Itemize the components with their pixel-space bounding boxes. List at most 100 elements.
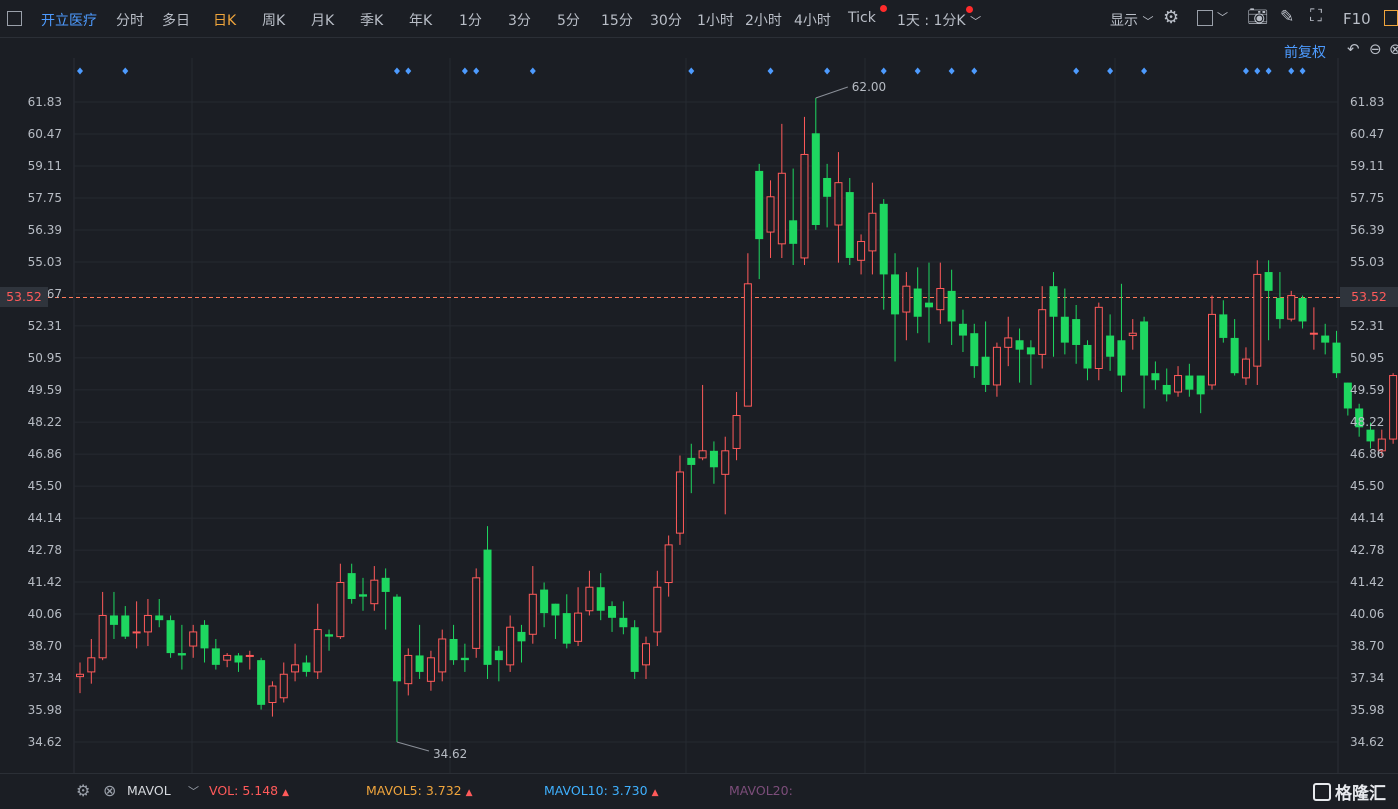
candle-body [348,573,356,599]
tab-period[interactable]: Tick [848,10,876,26]
candle-body [959,324,967,336]
candle [190,625,197,658]
candle-body [1151,373,1159,380]
fullscreen-icon[interactable]: ⛶ [1310,6,1322,26]
checkbox-icon[interactable] [1197,10,1213,26]
tab-period[interactable]: 多日 [162,10,190,30]
settings-icon[interactable]: ⚙ [1163,7,1179,28]
candle-body [427,658,434,682]
event-marker-icon [1266,68,1272,75]
mavol10-readout: MAVOL10: 3.730 ▲ [544,783,658,798]
candle [1050,272,1058,357]
candlestick-chart[interactable]: 62.0034.62 61.8361.8360.4760.4759.1159.1… [0,38,1398,773]
candle [869,183,876,275]
tab-period[interactable]: 5分 [557,10,580,30]
candle-body [1185,376,1193,390]
y-tick-label-left: 49.59 [28,383,62,397]
settings-icon[interactable]: ⚙ [76,781,90,800]
tab-period[interactable]: 4小时 [794,10,831,30]
candle-body [507,627,514,665]
sidebar-toggle-icon[interactable] [7,11,22,26]
y-tick-label-right: 45.50 [1350,479,1384,493]
candle [269,681,276,716]
y-tick-label-left: 50.95 [28,351,62,365]
candle-body [201,625,209,649]
chevron-down-icon[interactable]: ﹀ [188,783,199,799]
tab-period[interactable]: 周K [262,10,285,30]
candle [551,604,559,639]
y-tick-label-right: 37.34 [1350,671,1384,685]
candle [427,651,434,691]
candle-body [778,173,785,244]
candle [224,653,231,667]
candle-body [461,658,469,660]
candle-body [1061,317,1069,343]
indicator-name[interactable]: MAVOL [127,783,171,798]
tab-period[interactable]: 3分 [508,10,531,30]
y-tick-label-right: 61.83 [1350,95,1384,109]
stock-name[interactable]: 开立医疗 [41,10,97,30]
candle-body [439,639,446,672]
candle-body [495,651,503,660]
tab-period[interactable]: 月K [311,10,334,30]
candles: 62.0034.62 [77,80,1398,761]
candle-body [687,458,695,465]
chevron-down-icon[interactable]: ﹀ [1217,9,1228,25]
candle [993,343,1000,397]
y-tick-label-left: 44.14 [28,511,62,525]
y-tick-label-left: 60.47 [28,127,62,141]
candle-body [337,583,344,637]
candle-body [903,286,910,312]
up-arrow-icon: ▲ [652,788,659,798]
candle-body [416,655,424,671]
candle-body [190,632,197,646]
tab-period[interactable]: 日K [213,10,236,30]
close-icon[interactable]: ⊗ [103,781,116,800]
candle [1321,324,1329,355]
mavol20-label: MAVOL20: [729,783,793,798]
high-price-label: 62.00 [852,80,886,94]
candle [155,599,163,627]
y-tick-label-right: 41.42 [1350,575,1384,589]
candle-body [133,632,140,633]
tab-period[interactable]: 1分 [459,10,482,30]
display-menu[interactable]: 显示 ﹀ [1110,10,1153,30]
candle-body [551,604,559,616]
event-marker-icon [949,68,955,75]
candle [1005,317,1012,366]
current-price-label-right: 53.52 [1340,287,1398,307]
panel-icon[interactable] [1384,10,1398,26]
y-tick-label-right: 38.70 [1350,639,1384,653]
camera-icon[interactable]: 📷︎ [1247,7,1269,27]
candle [1185,364,1193,397]
candle [665,535,672,596]
candle [1288,291,1295,322]
candle [450,625,458,665]
candle [608,601,616,632]
tab-period[interactable]: 2小时 [745,10,782,30]
event-marker-icon [688,68,694,75]
vol-label: VOL: [209,783,238,798]
candle [631,620,639,679]
candle [405,648,412,695]
display-label: 显示 [1110,13,1138,29]
tab-period[interactable]: 分时 [116,10,144,30]
tab-period[interactable]: 1小时 [697,10,734,30]
candle [959,310,967,352]
candle [1061,289,1069,355]
tab-period[interactable]: 30分 [650,10,682,30]
mavol10-label: MAVOL10: [544,783,608,798]
candle [371,566,378,611]
candle-body [631,627,639,672]
candle [744,253,751,406]
tab-period[interactable]: 15分 [601,10,633,30]
f10-button[interactable]: F10 [1343,10,1371,28]
candle-body [473,578,480,649]
interval-selector[interactable]: 1天 : 1分K ﹀ [897,10,981,30]
candle-body [643,644,650,665]
low-annotation-line [397,742,429,751]
tab-period[interactable]: 季K [360,10,383,30]
pencil-icon[interactable]: ✎ [1280,7,1294,27]
tab-period[interactable]: 年K [409,10,432,30]
y-tick-label-right: 55.03 [1350,255,1384,269]
